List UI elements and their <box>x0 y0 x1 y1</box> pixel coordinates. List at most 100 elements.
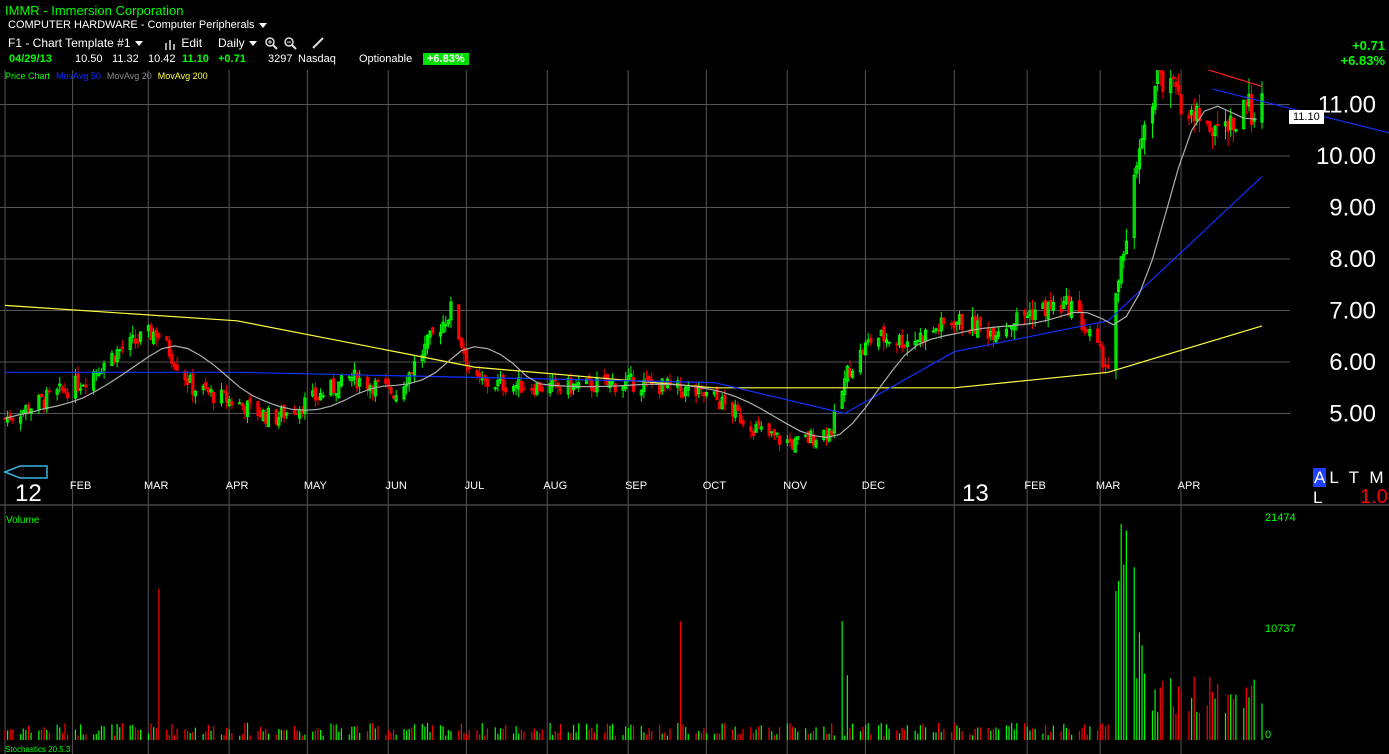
candle-body <box>1096 328 1100 343</box>
legend-price: Price Chart <box>5 71 51 81</box>
price-tick-label: 8.00 <box>1329 246 1376 273</box>
trendline <box>1206 70 1263 88</box>
candle-body <box>157 333 161 338</box>
candle-body <box>63 388 67 393</box>
candle-body <box>1192 111 1196 122</box>
candle-body <box>532 387 536 396</box>
candle-body <box>942 317 946 325</box>
optionable-label: Optionable <box>359 53 413 65</box>
price-tick-label: 11.00 <box>1318 92 1376 119</box>
period-dropdown[interactable]: Daily <box>218 36 257 52</box>
zoom-out-button[interactable] <box>283 36 297 52</box>
candle-body <box>154 329 158 337</box>
sector-selector[interactable]: COMPUTER HARDWARE - Computer Peripherals <box>8 19 267 31</box>
scroll-handle <box>2 465 48 479</box>
candle-body <box>530 388 534 391</box>
candle-body <box>120 346 124 350</box>
candle-body <box>991 326 995 340</box>
candle-body <box>165 336 169 341</box>
candle-body <box>895 343 899 346</box>
candle-body <box>788 438 792 443</box>
month-tick-label: FEB <box>70 480 91 492</box>
price-tick-label: 6.00 <box>1329 349 1376 376</box>
candle-body <box>522 388 526 391</box>
quote-exchange: Nasdaq <box>298 53 336 65</box>
candle-body <box>238 402 242 405</box>
chart-header: IMMR - Immersion Corporation COMPUTER HA… <box>0 0 1389 70</box>
candle-body <box>1103 364 1108 367</box>
quote-date: 04/29/13 <box>9 53 52 65</box>
candle-body <box>723 394 727 405</box>
symbol-title[interactable]: IMMR - Immersion Corporation <box>5 3 183 18</box>
zoom-in-button[interactable] <box>264 36 278 52</box>
candle-body <box>830 430 834 436</box>
candle-body <box>968 331 972 334</box>
candle-body <box>47 390 51 393</box>
candle-body <box>230 401 234 406</box>
candle-body <box>465 349 469 366</box>
right-change-pct: +6.83% <box>1340 53 1385 68</box>
month-tick-label: AUG <box>543 480 567 492</box>
candle-body <box>475 370 479 376</box>
candle-body <box>258 411 263 418</box>
month-tick-label: MAR <box>144 480 169 492</box>
candle-body <box>175 364 179 371</box>
template-dropdown[interactable]: F1 - Chart Template #1 <box>8 36 143 52</box>
month-tick-label: JUN <box>385 480 406 492</box>
candle-body <box>478 372 482 378</box>
candle-body <box>1085 329 1089 333</box>
zoom-out-icon <box>284 37 297 50</box>
candle-body <box>751 430 756 436</box>
candle-body <box>1067 295 1071 317</box>
candle-body <box>76 373 80 392</box>
quote-volume: 3297 <box>268 53 293 65</box>
candle-body <box>1049 299 1053 310</box>
candle-body <box>1231 117 1235 131</box>
candle-body <box>613 383 617 393</box>
candle-body <box>1216 123 1220 126</box>
candle-body <box>274 409 278 425</box>
volume-tick-label: 10737 <box>1265 623 1296 635</box>
candle-body <box>973 316 977 335</box>
candle-body <box>592 387 596 393</box>
quote-change: +0.71 <box>218 53 246 65</box>
draw-tool-button[interactable] <box>311 36 325 52</box>
candle-body <box>519 380 523 393</box>
candle-body <box>1043 300 1048 317</box>
candle-body <box>1208 121 1212 132</box>
candle-body <box>112 356 117 363</box>
chevron-down-icon <box>258 22 267 28</box>
candle-body <box>457 304 461 340</box>
candle-body <box>1098 344 1102 347</box>
candle-body <box>1158 70 1162 74</box>
candle-body <box>365 376 370 390</box>
candle-body <box>240 402 244 407</box>
candle-body <box>1030 309 1035 321</box>
candle-body <box>731 402 735 417</box>
candle-body <box>702 392 706 397</box>
candle-body <box>681 391 685 398</box>
candle-body <box>978 317 982 327</box>
candle-body <box>212 391 216 403</box>
candle-body <box>717 401 722 410</box>
candle-body <box>770 431 774 434</box>
month-tick-label: DEC <box>862 480 885 492</box>
price-chart[interactable]: 5.00 6.00 7.00 8.00 9.00 10.00 11.00 FEB MAR APR M… <box>0 70 1389 754</box>
candle-body <box>937 329 941 332</box>
period-option-selected[interactable]: A <box>1313 468 1327 487</box>
year-label-2012: 12 <box>15 480 42 507</box>
candle-body <box>389 387 393 394</box>
edit-button[interactable]: Edit <box>164 36 202 52</box>
candle-body <box>804 434 808 437</box>
candle-body <box>65 392 70 399</box>
candle-body <box>1023 309 1027 316</box>
month-tick-label: APR <box>1178 480 1201 492</box>
candle-body <box>222 390 226 393</box>
price-tick-label: 9.00 <box>1329 195 1376 222</box>
candle-body <box>185 378 190 386</box>
sector-label: COMPUTER HARDWARE - Computer Peripherals <box>8 19 255 31</box>
candle-body <box>1187 114 1191 119</box>
bottom-study-label: Stochastics 20.5.3 <box>5 745 71 754</box>
volume-title: Volume <box>6 515 40 526</box>
candle-body <box>715 387 719 401</box>
